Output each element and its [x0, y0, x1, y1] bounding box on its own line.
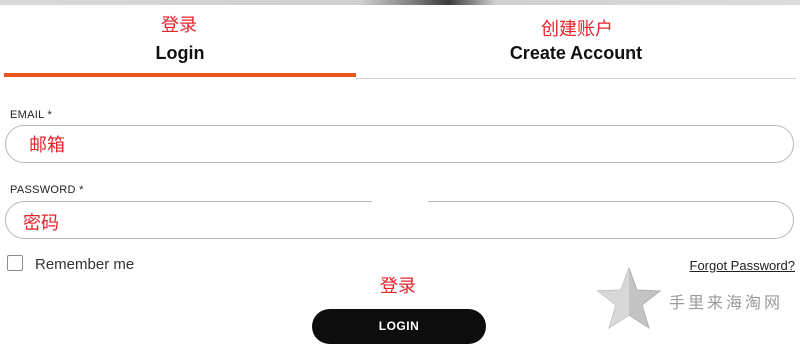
email-field[interactable]: [6, 126, 793, 162]
email-field-container: [5, 125, 794, 163]
password-label: PASSWORD *: [10, 184, 84, 196]
remember-me-checkbox[interactable]: [7, 255, 23, 271]
create-tab-annotation: 创建账户: [541, 19, 613, 39]
password-field-container: [5, 201, 794, 239]
login-tab-annotation: 登录: [161, 15, 197, 35]
email-label: EMAIL *: [10, 109, 53, 121]
email-annotation: 邮箱: [29, 135, 65, 155]
password-field[interactable]: [6, 202, 793, 238]
tab-login[interactable]: Login: [4, 40, 356, 66]
tab-divider: [356, 78, 796, 79]
active-tab-indicator: [4, 73, 356, 77]
login-button[interactable]: LOGIN: [312, 309, 486, 344]
field-border-gap: [372, 199, 428, 203]
star-icon: [596, 266, 662, 330]
forgot-password-link[interactable]: Forgot Password?: [690, 258, 796, 273]
password-annotation: 密码: [23, 213, 59, 233]
login-button-annotation: 登录: [380, 276, 416, 296]
watermark-text: 手里来海淘网: [669, 293, 784, 312]
top-photo-strip: [0, 0, 800, 5]
tab-create-account[interactable]: Create Account: [356, 40, 796, 66]
remember-me-label[interactable]: Remember me: [35, 256, 134, 273]
